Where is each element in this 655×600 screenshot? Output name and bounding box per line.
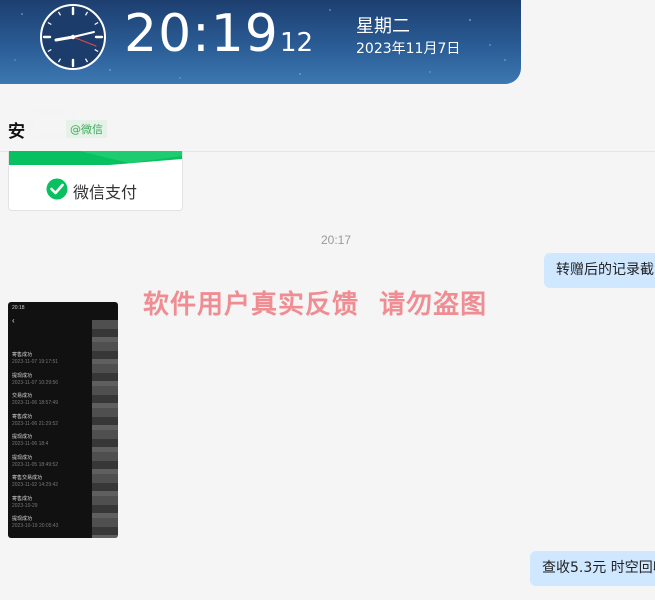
thumb-item-title: 寄售成功 xyxy=(12,352,33,358)
thumb-item-time: 2023-11-06 18:4 xyxy=(12,441,49,447)
thumb-list-item: 寄售交易成功 2023-11-02 14:29:42 xyxy=(12,475,58,489)
thumb-item-time: 2023-11-07 10:29:56 xyxy=(12,379,59,386)
thumb-item-title: 寄售成功 xyxy=(12,495,33,502)
date-label: 2023年11月7日 xyxy=(356,41,461,57)
thumb-item-time: 2023-11-05 18:49:52 xyxy=(12,461,59,468)
thumb-status-time: 20:18 xyxy=(12,305,25,311)
back-arrow-icon: ‹ xyxy=(12,316,15,325)
thumb-item-time: 2023-10-19 20:05:43 xyxy=(12,523,59,529)
thumb-item-title: 寄售成功 xyxy=(12,413,33,420)
thumb-list-item: 寄售成功 2023-10-29 xyxy=(12,496,38,510)
redaction-blur xyxy=(32,114,70,134)
message-bubble-sent[interactable]: 查收5.3元 时空回收 xyxy=(530,551,655,586)
thumb-list-item: 提现成功 2023-11-05 18:49:52 xyxy=(12,455,58,469)
thumb-item-title: 提现成功 xyxy=(12,372,33,379)
thumb-list-item: 提现成功 2023-10-19 20:05:43 xyxy=(12,516,58,530)
digital-seconds: 12 xyxy=(280,28,314,58)
pay-card-green-band xyxy=(9,151,182,165)
clock-widget: 20:19 12 星期二 2023年11月7日 xyxy=(0,0,521,84)
contact-name[interactable]: 安 xyxy=(8,117,25,142)
thumb-item-time: 2023-11-07 19:17:51 xyxy=(12,359,59,365)
analog-clock-icon xyxy=(40,4,106,70)
weekday-label: 星期二 xyxy=(356,16,410,37)
contact-source-tag: @微信 xyxy=(66,120,107,138)
wechat-pay-card[interactable]: 微信支付 xyxy=(8,151,183,211)
pay-card-label: 微信支付 xyxy=(73,183,138,202)
thumb-item-time: 2023-11-06 18:57:49 xyxy=(12,400,59,406)
digital-time: 20:19 xyxy=(124,4,279,64)
wechat-pay-icon xyxy=(46,178,68,200)
chat-header: 安 @微信 xyxy=(0,84,655,152)
thumb-list-item: 提现成功 2023-11-07 10:29:56 xyxy=(12,373,58,387)
thumb-item-title: 提现成功 xyxy=(12,434,33,440)
thumb-list-item: 寄售成功 2023-11-06 21:29:52 xyxy=(12,414,58,428)
thumb-list-item: 寄售成功 2023-11-07 19:17:51 xyxy=(12,352,58,366)
thumb-item-time: 2023-11-06 21:29:52 xyxy=(12,420,59,427)
thumb-item-title: 寄售交易成功 xyxy=(12,475,43,481)
thumb-list-item: 交易成功 2023-11-06 18:57:49 xyxy=(12,393,58,407)
thumb-item-time: 2023-10-29 xyxy=(12,502,38,509)
thumb-item-title: 提现成功 xyxy=(12,516,33,522)
message-timestamp: 20:17 xyxy=(320,233,352,247)
mosaic-redaction xyxy=(92,320,118,538)
watermark-text: 软件用户真实反馈 请勿盗图 xyxy=(143,290,488,320)
thumb-list-item: 提现成功 2023-11-06 18:4 xyxy=(12,434,48,448)
screenshot-image-message[interactable]: 20:18 ‹ 寄售成功 2023-11-07 19:17:51 提现成功 2023-… xyxy=(8,302,118,538)
message-bubble-sent[interactable]: 转赠后的记录截图 xyxy=(544,253,655,288)
thumb-item-title: 交易成功 xyxy=(12,393,33,399)
thumb-item-title: 提现成功 xyxy=(12,454,33,461)
thumb-item-time: 2023-11-02 14:29:42 xyxy=(12,482,59,488)
